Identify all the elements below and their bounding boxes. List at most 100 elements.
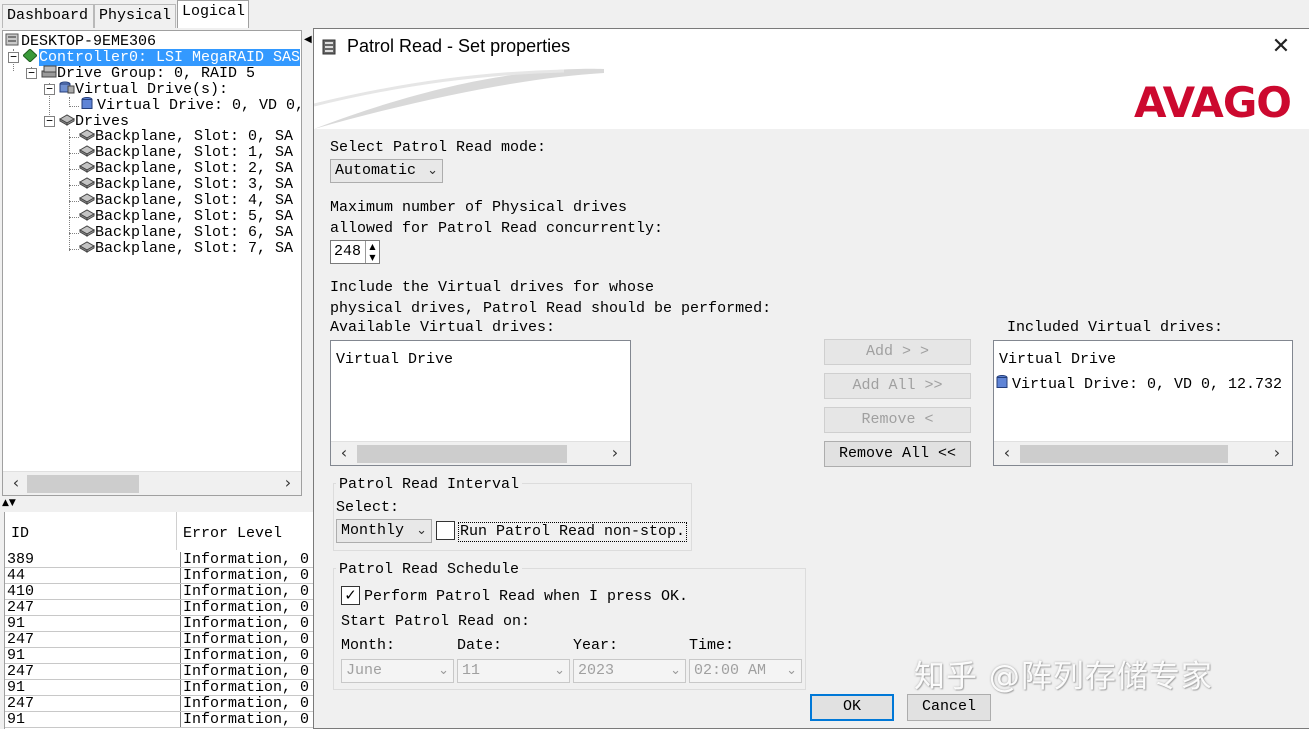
event-log-table: ID Error Level 389 Information, 0 44 Inform… bbox=[4, 512, 313, 729]
scroll-thumb[interactable] bbox=[357, 445, 567, 463]
table-row[interactable]: 247 Information, 0 bbox=[5, 696, 313, 712]
collapse-down-icon[interactable]: ▼ bbox=[9, 498, 16, 508]
time-select[interactable]: 02:00 AM ⌄ bbox=[689, 659, 802, 683]
table-row[interactable]: 410 Information, 0 bbox=[5, 584, 313, 600]
tree-horizontal-scrollbar[interactable]: ‹ › bbox=[3, 471, 301, 495]
perform-now-label[interactable]: Perform Patrol Read when I press OK. bbox=[364, 587, 688, 607]
tree-node-drive[interactable]: Backplane, Slot: 6, SA bbox=[78, 225, 293, 241]
month-select[interactable]: June ⌄ bbox=[341, 659, 454, 683]
tree-node-drive[interactable]: Backplane, Slot: 1, SA bbox=[78, 144, 294, 161]
scroll-thumb[interactable] bbox=[1020, 445, 1228, 463]
available-column-header[interactable]: Virtual Drive bbox=[331, 341, 630, 375]
physical-drive-icon bbox=[78, 241, 96, 253]
scroll-right-icon[interactable]: › bbox=[1266, 442, 1288, 465]
table-row[interactable]: 91 Information, 0 bbox=[5, 648, 313, 664]
table-row[interactable]: 91 Information, 0 bbox=[5, 616, 313, 632]
column-header-error-level[interactable]: Error Level bbox=[177, 512, 313, 550]
date-select[interactable]: 11 ⌄ bbox=[457, 659, 570, 683]
table-row[interactable]: 44 Information, 0 bbox=[5, 568, 313, 584]
remove-all-button[interactable]: Remove All << bbox=[824, 441, 971, 467]
tree-node-label: DESKTOP-9EME306 bbox=[21, 33, 157, 50]
table-row[interactable]: 91 Information, 0 bbox=[5, 712, 313, 728]
tree-guide-line bbox=[69, 249, 79, 250]
scroll-thumb[interactable] bbox=[27, 475, 139, 493]
included-drives-list[interactable]: Virtual Drive Virtual Drive: 0, VD 0, 12… bbox=[993, 340, 1293, 466]
interval-select[interactable]: Monthly ⌄ bbox=[336, 519, 432, 543]
tree-guide-line bbox=[69, 201, 79, 202]
add-button[interactable]: Add > > bbox=[824, 339, 971, 365]
table-row[interactable]: 247 Information, 0 bbox=[5, 600, 313, 616]
available-drives-list[interactable]: Virtual Drive ‹ › bbox=[330, 340, 631, 466]
tree-node-virtual-drive[interactable]: Virtual Drive: 0, VD 0, bbox=[81, 97, 301, 114]
tree-node-drive[interactable]: Backplane, Slot: 5, SA bbox=[78, 209, 293, 225]
tree-node-drives[interactable]: Drives bbox=[58, 113, 129, 130]
tab-logical[interactable]: Logical bbox=[177, 0, 249, 28]
scroll-left-icon[interactable]: ‹ bbox=[5, 472, 27, 495]
tree-node-drive[interactable]: Backplane, Slot: 7, SA bbox=[78, 241, 293, 257]
perform-now-checkbox[interactable]: ✓ bbox=[341, 586, 360, 605]
scroll-right-icon[interactable]: › bbox=[604, 442, 626, 465]
tree-node-drive[interactable]: Backplane, Slot: 3, SA bbox=[78, 177, 293, 193]
tree-collapse-toggle[interactable]: − bbox=[44, 83, 55, 95]
nonstop-label[interactable]: Run Patrol Read non-stop. bbox=[458, 522, 688, 542]
perform-check-mark: ✓ bbox=[344, 586, 357, 604]
close-icon[interactable]: ✕ bbox=[1269, 35, 1293, 59]
mode-select[interactable]: Automatic ⌄ bbox=[330, 159, 443, 183]
column-header-id[interactable]: ID bbox=[5, 512, 177, 550]
table-row[interactable]: 91 Information, 0 bbox=[5, 680, 313, 696]
physical-drive-icon bbox=[78, 209, 96, 221]
chevron-down-icon: ⌄ bbox=[554, 663, 565, 678]
remove-button[interactable]: Remove < bbox=[824, 407, 971, 433]
tree-node-host[interactable]: DESKTOP-9EME306 bbox=[5, 33, 157, 50]
tree-node-virtual-drives[interactable]: Virtual Drive(s): bbox=[59, 81, 228, 98]
year-value: 2023 bbox=[578, 662, 615, 679]
svg-text:AVAGO: AVAGO bbox=[1134, 79, 1291, 123]
cancel-button[interactable]: Cancel bbox=[907, 694, 991, 721]
tree-collapse-toggle[interactable]: − bbox=[8, 51, 19, 63]
scroll-left-icon[interactable]: ‹ bbox=[996, 442, 1018, 465]
max-drives-spinner[interactable]: 248 ▲ ▼ bbox=[330, 240, 380, 264]
physical-drive-icon bbox=[78, 193, 96, 205]
scroll-left-icon[interactable]: ‹ bbox=[333, 442, 355, 465]
tree-collapse-toggle[interactable]: − bbox=[44, 115, 55, 127]
included-horizontal-scrollbar[interactable]: ‹ › bbox=[994, 441, 1292, 465]
pane-splitter[interactable]: ▲▼ bbox=[0, 496, 313, 510]
tree-node-label: Backplane, Slot: 1, SA bbox=[95, 144, 294, 161]
date-label: Date: bbox=[457, 637, 503, 654]
table-row[interactable]: 389 Information, 0 bbox=[5, 552, 313, 568]
included-column-header[interactable]: Virtual Drive bbox=[994, 341, 1292, 375]
cell-error-level: Information, 0 bbox=[180, 600, 309, 615]
spin-down-icon[interactable]: ▼ bbox=[365, 252, 379, 263]
tab-dashboard[interactable]: Dashboard bbox=[2, 4, 94, 28]
month-label: Month: bbox=[341, 637, 396, 654]
tab-physical[interactable]: Physical bbox=[94, 4, 176, 28]
cell-id: 247 bbox=[7, 663, 35, 680]
table-row[interactable]: 247 Information, 0 bbox=[5, 664, 313, 680]
include-label-line1: Include the Virtual drives for whose bbox=[330, 279, 655, 296]
date-value: 11 bbox=[462, 662, 481, 679]
year-select[interactable]: 2023 ⌄ bbox=[573, 659, 686, 683]
spin-up-icon[interactable]: ▲ bbox=[365, 241, 379, 252]
tree-node-drive[interactable]: Backplane, Slot: 0, SA bbox=[78, 129, 293, 145]
interval-group-title: Patrol Read Interval bbox=[336, 475, 523, 495]
scroll-right-icon[interactable]: › bbox=[277, 472, 299, 495]
expand-up-icon[interactable]: ▲ bbox=[2, 498, 9, 508]
list-item[interactable]: Virtual Drive: 0, VD 0, 12.732 bbox=[996, 375, 1282, 395]
table-row[interactable]: 247 Information, 0 bbox=[5, 632, 313, 648]
view-tabs: Dashboard Physical Logical bbox=[0, 0, 313, 30]
tree-node-drive[interactable]: Backplane, Slot: 4, SA bbox=[78, 193, 293, 209]
mode-label: Select Patrol Read mode: bbox=[330, 139, 547, 156]
cell-error-level: Information, 0 bbox=[180, 584, 309, 599]
collapse-left-icon[interactable]: ◀ bbox=[304, 34, 312, 45]
tree-node-drive[interactable]: Backplane, Slot: 2, SA bbox=[78, 161, 293, 177]
tree-collapse-toggle[interactable]: − bbox=[26, 67, 37, 79]
available-horizontal-scrollbar[interactable]: ‹ › bbox=[331, 441, 630, 465]
tree-splitter[interactable]: ◀ bbox=[302, 30, 313, 496]
ok-button[interactable]: OK bbox=[810, 694, 894, 721]
add-all-button[interactable]: Add All >> bbox=[824, 373, 971, 399]
tree-node-controller[interactable]: Controller0: LSI MegaRAID SAS bbox=[22, 48, 301, 66]
tree-node-drive-group[interactable]: Drive Group: 0, RAID 5 bbox=[41, 65, 255, 82]
tree-guide-line bbox=[69, 217, 79, 218]
nonstop-checkbox[interactable] bbox=[436, 521, 455, 540]
physical-drive-icon bbox=[78, 129, 96, 141]
